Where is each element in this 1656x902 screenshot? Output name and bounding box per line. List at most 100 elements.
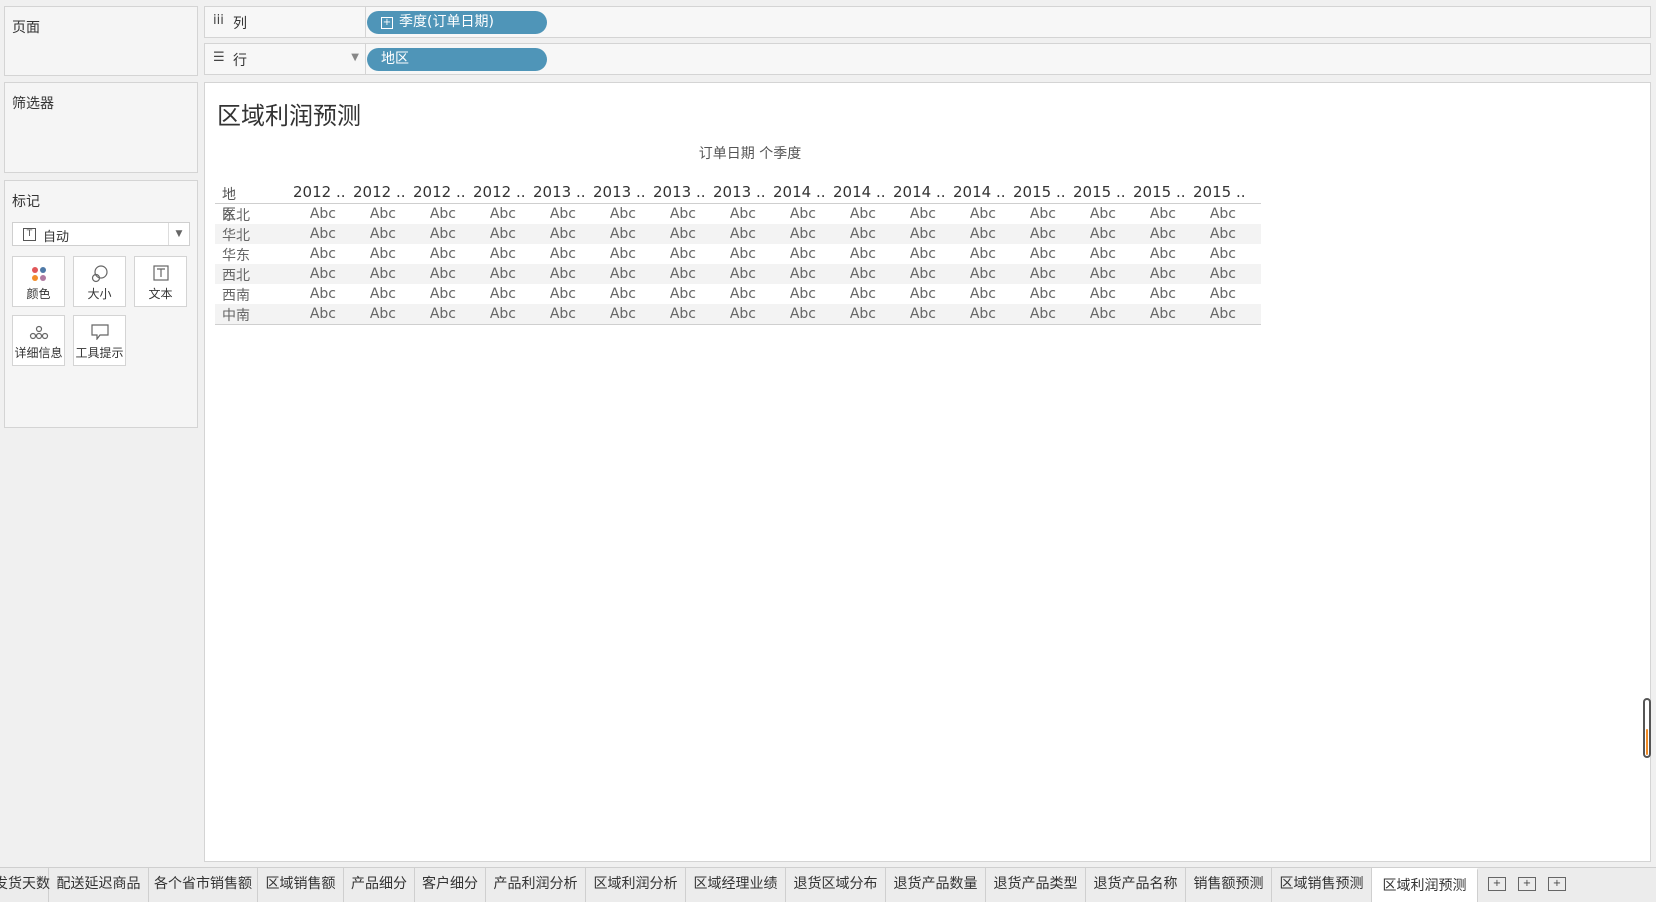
sheet-tab[interactable]: 区域利润预测 [1372,868,1478,902]
table-cell[interactable]: Abc [1116,266,1176,282]
column-header[interactable]: 2015 .. [1193,183,1245,203]
table-cell[interactable]: Abc [876,206,936,222]
table-cell[interactable]: Abc [276,306,336,322]
mark-type-dropdown[interactable]: T 自动 ▼ [12,222,190,246]
table-cell[interactable]: Abc [756,266,816,282]
table-cell[interactable]: Abc [996,286,1056,302]
detail-button[interactable]: 详细信息 [12,315,65,366]
table-cell[interactable]: Abc [336,286,396,302]
table-cell[interactable]: Abc [1176,226,1236,242]
quarter-order-date-pill[interactable]: + 季度(订单日期) [367,11,547,34]
table-row[interactable]: 中南 Abc Abc Abc Abc Abc Abc Abc Abc Abc Abc Abc Abc Ab… [215,304,1261,324]
column-header[interactable]: 2013 .. [713,183,765,203]
column-header[interactable]: 2015 .. [1013,183,1065,203]
table-cell[interactable]: Abc [636,206,696,222]
table-cell[interactable]: Abc [636,306,696,322]
table-row[interactable]: 东北 Abc Abc Abc Abc Abc Abc Abc Abc Abc Abc Abc Abc Ab… [215,204,1261,224]
table-cell[interactable]: Abc [396,246,456,262]
table-cell[interactable]: Abc [336,266,396,282]
chevron-down-icon[interactable]: ▼ [168,223,189,245]
sheet-tab[interactable]: 退货产品名称 [1086,868,1186,902]
column-header[interactable]: 2013 .. [533,183,585,203]
column-header[interactable]: 2012 .. [353,183,405,203]
table-cell[interactable]: Abc [456,246,516,262]
table-row[interactable]: 西南 Abc Abc Abc Abc Abc Abc Abc Abc Abc Abc Abc Abc Ab… [215,284,1261,304]
table-cell[interactable]: Abc [756,206,816,222]
table-cell[interactable]: Abc [456,286,516,302]
sheet-tab[interactable]: 各个省市销售额 [149,868,258,902]
table-cell[interactable]: Abc [1176,206,1236,222]
table-cell[interactable]: Abc [576,266,636,282]
table-cell[interactable]: Abc [276,246,336,262]
table-cell[interactable]: Abc [396,226,456,242]
table-cell[interactable]: Abc [1176,266,1236,282]
table-cell[interactable]: Abc [516,266,576,282]
size-button[interactable]: 大小 [73,256,126,307]
sheet-tab[interactable]: 退货产品类型 [986,868,1086,902]
table-cell[interactable]: Abc [936,226,996,242]
new-worksheet-icon[interactable]: + [1488,877,1506,891]
table-cell[interactable]: Abc [276,226,336,242]
table-cell[interactable]: Abc [996,206,1056,222]
table-cell[interactable]: Abc [576,246,636,262]
table-cell[interactable]: Abc [876,266,936,282]
sheet-tab[interactable]: 区域销售额 [258,868,344,902]
table-cell[interactable]: Abc [876,226,936,242]
column-header[interactable]: 2014 .. [893,183,945,203]
table-cell[interactable]: Abc [996,266,1056,282]
column-header[interactable]: 2014 .. [833,183,885,203]
table-cell[interactable]: Abc [996,226,1056,242]
table-cell[interactable]: Abc [276,286,336,302]
table-cell[interactable]: Abc [936,206,996,222]
table-cell[interactable]: Abc [1176,306,1236,322]
table-cell[interactable]: Abc [996,306,1056,322]
filters-panel[interactable]: 筛选器 [4,82,198,173]
table-cell[interactable]: Abc [456,266,516,282]
column-header[interactable]: 2012 .. [473,183,525,203]
sheet-tab[interactable]: 发货天数 [0,868,50,902]
table-cell[interactable]: Abc [936,306,996,322]
new-story-icon[interactable]: + [1548,877,1566,891]
table-cell[interactable]: Abc [516,206,576,222]
table-cell[interactable]: Abc [276,206,336,222]
table-cell[interactable]: Abc [756,306,816,322]
new-dashboard-icon[interactable]: + [1518,877,1536,891]
table-cell[interactable]: Abc [816,246,876,262]
table-cell[interactable]: Abc [456,226,516,242]
table-cell[interactable]: Abc [276,266,336,282]
table-cell[interactable]: Abc [336,246,396,262]
table-cell[interactable]: Abc [1056,246,1116,262]
table-cell[interactable]: Abc [576,226,636,242]
table-cell[interactable]: Abc [636,266,696,282]
table-cell[interactable]: Abc [1116,226,1176,242]
table-cell[interactable]: Abc [636,246,696,262]
column-header[interactable]: 2012 .. [293,183,345,203]
table-cell[interactable]: Abc [936,266,996,282]
table-cell[interactable]: Abc [816,306,876,322]
sheet-tab[interactable]: 区域利润分析 [586,868,686,902]
view-canvas[interactable]: 区域利润预测 订单日期 个季度 地区 2012 .. 2012 .. 2012 ..… [204,82,1651,862]
table-cell[interactable]: Abc [696,246,756,262]
table-cell[interactable]: Abc [696,306,756,322]
row-label[interactable]: 华东 [222,245,250,265]
sheet-tab[interactable]: 退货产品数量 [886,868,986,902]
chevron-down-icon[interactable]: ▼ [351,52,359,63]
table-cell[interactable]: Abc [636,286,696,302]
columns-shelf[interactable]: iii 列 + 季度(订单日期) [204,6,1651,38]
column-header[interactable]: 2012 .. [413,183,465,203]
sheet-tab[interactable]: 客户细分 [415,868,486,902]
table-row[interactable]: 华北 Abc Abc Abc Abc Abc Abc Abc Abc Abc Abc Abc Abc Ab… [215,224,1261,244]
table-cell[interactable]: Abc [1176,286,1236,302]
table-cell[interactable]: Abc [1116,286,1176,302]
column-header[interactable]: 2015 .. [1133,183,1185,203]
table-cell[interactable]: Abc [876,246,936,262]
table-cell[interactable]: Abc [576,306,636,322]
column-header[interactable]: 2013 .. [653,183,705,203]
table-row[interactable]: 华东 Abc Abc Abc Abc Abc Abc Abc Abc Abc Abc Abc Abc Ab… [215,244,1261,264]
sheet-tab[interactable]: 退货区域分布 [786,868,886,902]
table-cell[interactable]: Abc [336,306,396,322]
table-cell[interactable]: Abc [936,286,996,302]
table-cell[interactable]: Abc [516,246,576,262]
table-cell[interactable]: Abc [696,286,756,302]
rows-shelf[interactable]: ☰ 行 ▼ 地区 [204,43,1651,75]
